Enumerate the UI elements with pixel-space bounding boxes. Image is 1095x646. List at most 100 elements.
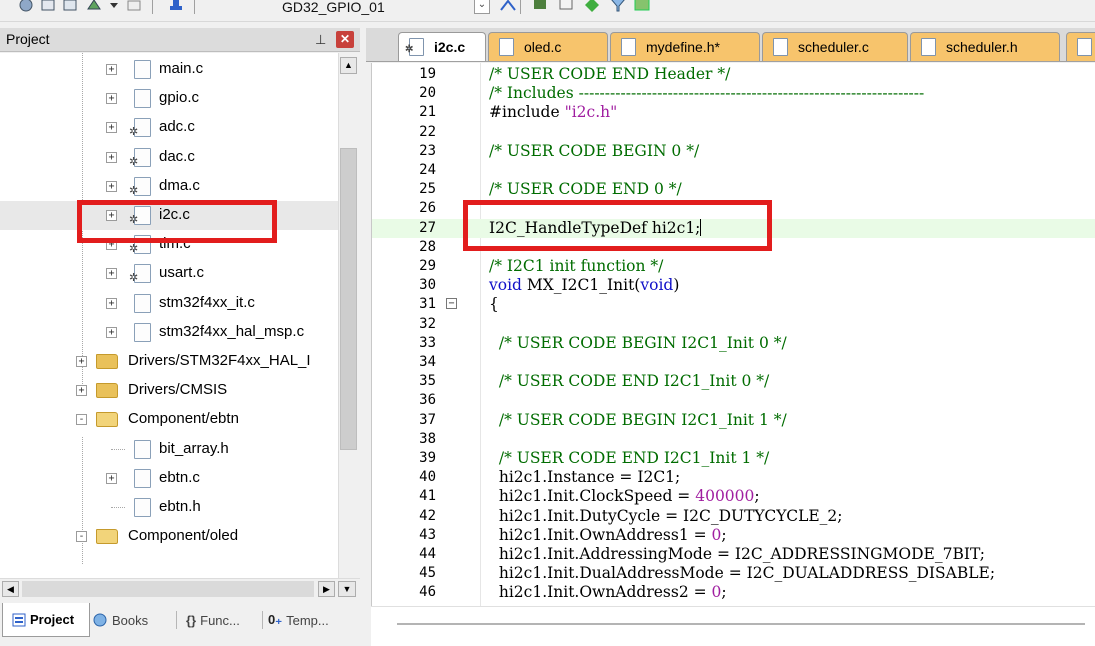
collapse-icon[interactable]: - xyxy=(76,531,87,543)
line-number: 28 xyxy=(419,238,436,255)
tree-horizontal-scrollbar[interactable]: ◀ ▶ ▼ xyxy=(0,578,360,598)
editor-tab[interactable]: ✲ i2c.c xyxy=(398,32,486,61)
file-icon xyxy=(134,60,151,79)
select-pack-icon[interactable] xyxy=(582,0,602,15)
code-line[interactable]: 34 xyxy=(372,353,1095,372)
code-line[interactable]: 36 xyxy=(372,391,1095,410)
editor-horizontal-scrollbar[interactable] xyxy=(371,606,1095,646)
scroll-right-icon[interactable]: ▶ xyxy=(318,581,335,597)
manage-components-icon[interactable] xyxy=(632,0,652,15)
scroll-left-icon[interactable]: ◀ xyxy=(2,581,19,597)
code-line[interactable]: 39 /* USER CODE END I2C1_Init 1 */ xyxy=(372,449,1095,468)
tree-file-item[interactable]: + ✲ adc.c xyxy=(0,113,338,142)
tree-file-item[interactable]: ebtn.h xyxy=(0,493,338,522)
tree-folder-item[interactable]: - Component/oled xyxy=(0,522,338,551)
translate-icon[interactable] xyxy=(166,0,186,15)
expand-icon[interactable]: + xyxy=(106,297,117,309)
code-line[interactable]: 20 /* Includes --------------------------… xyxy=(372,84,1095,103)
code-line[interactable]: 30 void MX_I2C1_Init(void) xyxy=(372,276,1095,295)
editor-tab[interactable]: oled.c xyxy=(488,32,608,61)
tab-books[interactable]: Books xyxy=(92,603,148,637)
filter-icon[interactable] xyxy=(608,0,628,15)
tree-file-item[interactable]: + main.c xyxy=(0,55,338,84)
file-extensions-icon[interactable] xyxy=(530,0,550,15)
code-line[interactable]: 21 #include "i2c.h" xyxy=(372,103,1095,122)
close-icon[interactable]: ✕ xyxy=(336,31,354,48)
code-editor[interactable]: 19 /* USER CODE END Header */ 20 /* Include… xyxy=(371,63,1095,606)
tree-file-item[interactable]: + ✲ dac.c xyxy=(0,143,338,172)
tab-separator xyxy=(262,611,263,629)
code-line[interactable]: 42 hi2c1.Init.DutyCycle = I2C_DUTYCYCLE_… xyxy=(372,507,1095,526)
code-text: /* USER CODE BEGIN 0 */ xyxy=(489,141,700,160)
expand-icon[interactable]: + xyxy=(106,93,117,105)
download-icon[interactable] xyxy=(60,0,80,15)
code-text: hi2c1.Init.DutyCycle = I2C_DUTYCYCLE_2; xyxy=(489,506,843,525)
code-line[interactable]: 43 hi2c1.Init.OwnAddress1 = 0; xyxy=(372,526,1095,545)
tree-file-item[interactable]: + ebtn.c xyxy=(0,464,338,493)
load-icon[interactable] xyxy=(38,0,58,15)
target-select[interactable]: GD32_GPIO_01 xyxy=(282,0,385,15)
manage-icon[interactable] xyxy=(84,0,104,15)
editor-tab[interactable]: scheduler.c xyxy=(762,32,908,61)
tree-file-item[interactable]: + stm32f4xx_hal_msp.c xyxy=(0,318,338,347)
expand-icon[interactable]: + xyxy=(106,472,117,484)
code-line[interactable]: 37 /* USER CODE BEGIN I2C1_Init 1 */ xyxy=(372,411,1095,430)
editor-tab[interactable]: scheduler.h xyxy=(910,32,1060,61)
collapse-icon[interactable]: - xyxy=(76,414,87,426)
code-line[interactable]: 41 hi2c1.Init.ClockSpeed = 400000; xyxy=(372,487,1095,506)
wizard-icon[interactable] xyxy=(498,0,518,15)
code-line[interactable]: 29 /* I2C1 init function */ xyxy=(372,257,1095,276)
scroll-down-icon[interactable]: ▼ xyxy=(338,581,356,597)
tree-file-item[interactable]: + ✲ dma.c xyxy=(0,172,338,201)
expand-icon[interactable]: + xyxy=(76,385,87,397)
pack-installer-icon[interactable] xyxy=(556,0,576,15)
code-text: /* USER CODE END Header */ xyxy=(489,65,731,83)
line-number: 31 xyxy=(419,296,436,313)
tree-file-item[interactable]: + gpio.c xyxy=(0,84,338,113)
expand-icon[interactable]: + xyxy=(106,180,117,192)
tree-folder-item[interactable]: + Drivers/STM32F4xx_HAL_I xyxy=(0,347,338,376)
code-line[interactable]: 24 xyxy=(372,161,1095,180)
expand-icon[interactable]: + xyxy=(106,268,117,280)
toolbar-separator xyxy=(194,0,195,14)
tree-file-item[interactable]: + ✲ usart.c xyxy=(0,259,338,288)
tree-vertical-scrollbar[interactable]: ▲ xyxy=(338,53,358,578)
tab-functions[interactable]: {} Func... xyxy=(186,603,240,637)
options-icon[interactable] xyxy=(16,0,36,15)
tree-file-item[interactable]: bit_array.h xyxy=(0,435,338,464)
file-icon xyxy=(134,439,151,459)
code-line[interactable]: 32 xyxy=(372,315,1095,334)
code-line[interactable]: 22 xyxy=(372,123,1095,142)
fold-icon[interactable]: − xyxy=(446,298,457,310)
code-line[interactable]: 25 /* USER CODE END 0 */ xyxy=(372,180,1095,199)
code-line[interactable]: 45 hi2c1.Init.DualAddressMode = I2C_DUAL… xyxy=(372,564,1095,583)
code-line[interactable]: 38 xyxy=(372,430,1095,449)
batch-build-icon[interactable] xyxy=(124,0,144,15)
expand-icon[interactable]: + xyxy=(106,151,117,163)
editor-tab-overflow[interactable] xyxy=(1066,32,1095,61)
tree-folder-item[interactable]: - Component/ebtn xyxy=(0,405,338,434)
target-dropdown-icon[interactable]: ⌄ xyxy=(474,0,490,14)
tab-project[interactable]: Project xyxy=(2,603,90,637)
code-line[interactable]: 35 /* USER CODE END I2C1_Init 0 */ xyxy=(372,372,1095,391)
expand-icon[interactable]: + xyxy=(106,326,117,338)
tab-templates[interactable]: 0₊ Temp... xyxy=(268,603,329,637)
code-line[interactable]: 19 /* USER CODE END Header */ xyxy=(372,65,1095,84)
expand-icon[interactable]: + xyxy=(76,356,87,367)
expand-icon[interactable]: + xyxy=(106,122,117,134)
code-line[interactable]: 23 /* USER CODE BEGIN 0 */ xyxy=(372,142,1095,161)
expand-icon[interactable]: + xyxy=(106,64,117,75)
editor-tab[interactable]: mydefine.h* xyxy=(610,32,760,61)
scroll-up-icon[interactable]: ▲ xyxy=(340,57,357,74)
scroll-thumb[interactable] xyxy=(340,148,357,450)
code-line[interactable]: 46 hi2c1.Init.OwnAddress2 = 0; xyxy=(372,583,1095,602)
chevron-down-icon[interactable] xyxy=(104,0,124,15)
tree-file-item[interactable]: + stm32f4xx_it.c xyxy=(0,289,338,318)
code-line[interactable]: 33 /* USER CODE BEGIN I2C1_Init 0 */ xyxy=(372,334,1095,353)
tree-folder-item[interactable]: + Drivers/CMSIS xyxy=(0,376,338,405)
scroll-thumb[interactable] xyxy=(22,581,314,597)
code-line[interactable]: 31− { xyxy=(372,295,1095,314)
code-line[interactable]: 44 hi2c1.Init.AddressingMode = I2C_ADDRE… xyxy=(372,545,1095,564)
code-line[interactable]: 40 hi2c1.Instance = I2C1; xyxy=(372,468,1095,487)
pin-icon[interactable]: ⊥ xyxy=(315,32,326,48)
